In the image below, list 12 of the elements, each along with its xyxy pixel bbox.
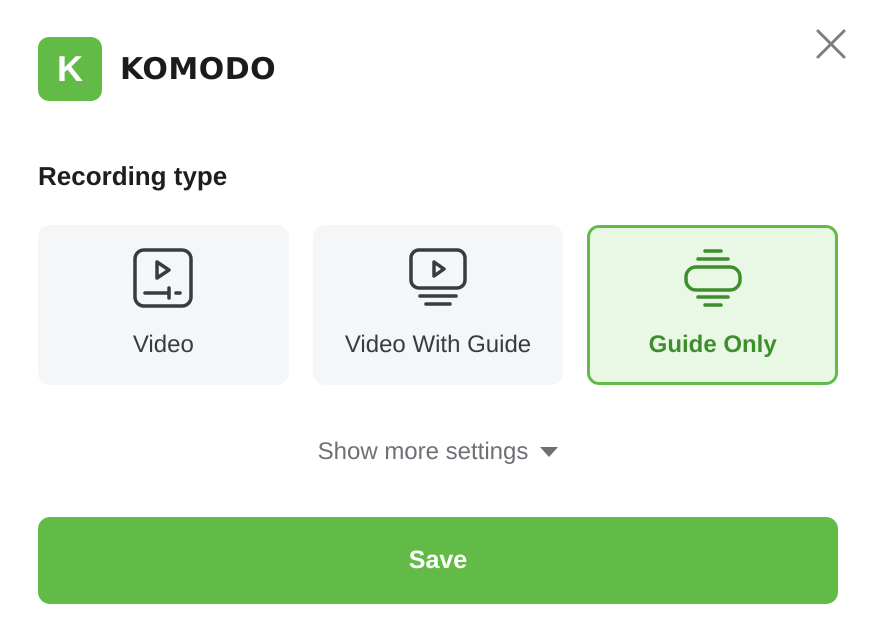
brand-name: KOMODO	[120, 52, 276, 86]
guide-lines-icon	[682, 248, 743, 308]
close-icon	[816, 29, 846, 59]
section-heading: Recording type	[38, 160, 228, 192]
video-player-icon	[133, 248, 194, 308]
close-button[interactable]	[816, 29, 846, 59]
recording-type-option[interactable]: Video	[38, 225, 289, 385]
monitor-play-icon	[408, 248, 468, 308]
recording-type-option[interactable]: Video With Guide	[312, 225, 564, 385]
show-more-settings-button[interactable]: Show more settings	[318, 437, 558, 467]
app-logo: K	[38, 37, 102, 101]
recording-type-option[interactable]: Guide Only	[587, 225, 838, 385]
